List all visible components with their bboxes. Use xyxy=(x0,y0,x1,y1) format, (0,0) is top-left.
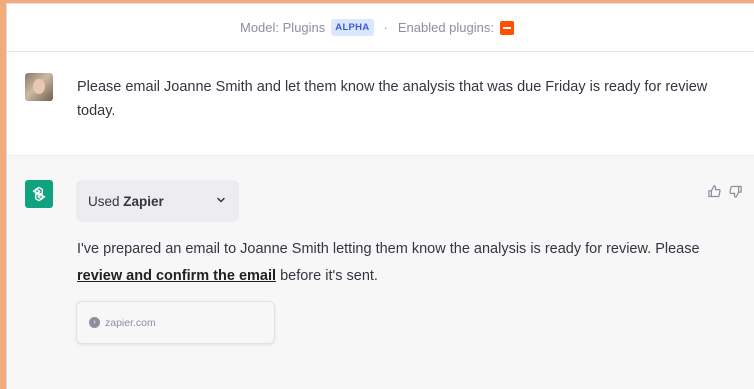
user-message-text: Please email Joanne Smith and let them k… xyxy=(77,79,708,119)
header-separator: · xyxy=(383,20,388,35)
zapier-icon[interactable] xyxy=(500,20,514,35)
user-avatar xyxy=(25,73,53,101)
used-plugin-label: Used Zapier xyxy=(88,193,164,209)
thumbs-up-icon[interactable] xyxy=(707,184,722,204)
thumbs-down-icon[interactable] xyxy=(728,184,743,204)
source-domain: zapier.com xyxy=(105,316,156,329)
enabled-plugins-label: Enabled plugins: xyxy=(397,20,494,35)
chevron-down-icon xyxy=(215,194,227,209)
user-message: Please email Joanne Smith and let them k… xyxy=(7,53,754,155)
assistant-message: Used Zapier I've prepared an email to Jo… xyxy=(7,155,754,389)
used-plugin-toggle[interactable]: Used Zapier xyxy=(76,180,239,222)
feedback-buttons xyxy=(707,184,743,204)
source-card[interactable]: › zapier.com xyxy=(76,301,275,344)
openai-logo-icon xyxy=(25,180,53,208)
chat-window: Model: Plugins ALPHA · Enabled plugins: … xyxy=(6,3,754,389)
assistant-message-text: I've prepared an email to Joanne Smith l… xyxy=(77,241,700,284)
model-label: Model: Plugins xyxy=(240,20,326,35)
chat-header: Model: Plugins ALPHA · Enabled plugins: xyxy=(7,4,754,52)
review-email-link[interactable]: review and confirm the email xyxy=(77,268,276,284)
alpha-badge: ALPHA xyxy=(331,19,374,36)
link-icon: › xyxy=(89,317,100,328)
